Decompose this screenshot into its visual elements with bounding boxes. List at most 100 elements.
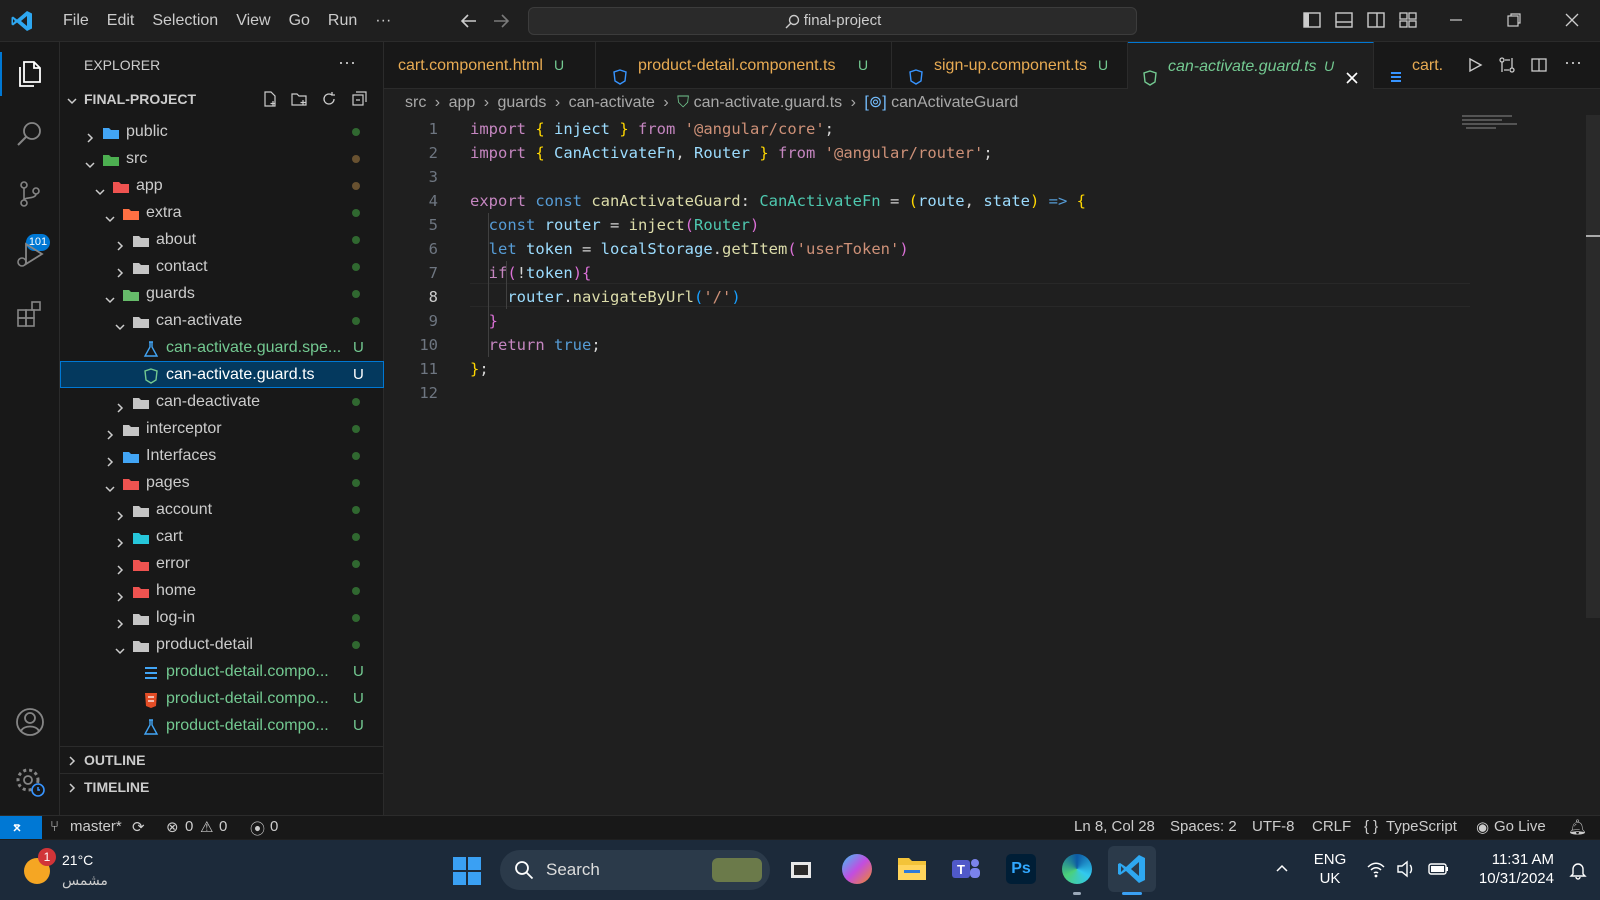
breadcrumb-item[interactable]: app [449,94,476,111]
tree-folder-item[interactable]: contact [60,253,384,280]
toggle-primary-sidebar-icon[interactable] [1302,10,1324,32]
edge-icon[interactable] [1062,854,1092,884]
run-debug-icon[interactable] [14,238,46,270]
source-control-icon[interactable] [14,178,46,210]
weather-widget[interactable]: 1 21°C مشمس [24,848,124,892]
refresh-icon[interactable] [320,90,338,113]
breadcrumb-item[interactable]: can-activate.guard.ts [694,94,843,111]
language-indicator[interactable]: ENG UK [1308,850,1352,888]
close-tab-icon[interactable] [1344,58,1360,105]
tree-folder-item[interactable]: pages [60,469,384,496]
tree-file-item[interactable]: product-detail.compo... U [60,712,384,739]
volume-icon[interactable] [1396,860,1416,883]
code-editor[interactable]: 1 import { inject } from '@angular/core';… [384,115,1600,815]
tree-folder-item[interactable]: cart [60,523,384,550]
compare-changes-icon[interactable] [1498,56,1516,79]
extensions-icon[interactable] [14,298,46,330]
language-mode[interactable]: TypeScript [1386,818,1457,835]
breadcrumb-item[interactable]: can-activate [569,94,655,111]
root-folder-header[interactable]: FINAL-PROJECT [60,88,384,112]
manage-gear-icon[interactable] [14,766,46,798]
wifi-icon[interactable] [1366,860,1386,883]
menu-selection[interactable]: Selection [143,6,227,36]
toggle-panel-icon[interactable] [1334,10,1356,32]
tree-file-item[interactable]: can-activate.guard.spe... U [60,334,384,361]
new-folder-icon[interactable] [290,90,308,113]
task-view-icon[interactable] [788,858,814,882]
minimize-icon[interactable] [1446,10,1468,32]
split-editor-icon[interactable] [1530,56,1548,79]
close-window-icon[interactable] [1562,10,1584,32]
tree-folder-item[interactable]: app [60,172,384,199]
ports-count[interactable]: 0 [270,818,278,835]
sync-icon[interactable]: ⟳ [132,818,145,836]
bell-icon[interactable]: 🔔︎ [1568,818,1587,836]
timeline-section[interactable]: TIMELINE [60,773,384,799]
forward-arrow-icon[interactable] [490,10,512,32]
outline-section[interactable]: OUTLINE [60,746,384,772]
editor-more-icon[interactable]: ··· [1564,52,1582,73]
breadcrumb-item[interactable]: guards [498,94,547,111]
run-file-icon[interactable] [1466,56,1484,79]
taskbar-search[interactable]: Search [500,850,770,890]
explorer-icon[interactable] [14,58,46,90]
file-explorer-icon[interactable] [896,854,928,882]
cursor-position[interactable]: Ln 8, Col 28 [1074,818,1155,835]
tree-file-item[interactable]: can-activate.guard.ts U [60,361,384,388]
tree-folder-item[interactable]: interceptor [60,415,384,442]
tree-folder-item[interactable]: home [60,577,384,604]
tree-folder-item[interactable]: about [60,226,384,253]
breadcrumb-item[interactable]: src [405,94,426,111]
back-arrow-icon[interactable] [458,10,480,32]
tree-folder-item[interactable]: can-deactivate [60,388,384,415]
show-hidden-icons[interactable] [1274,860,1290,881]
tab-product-detail-component-ts[interactable]: product-detail.component.ts U [596,42,892,89]
indentation[interactable]: Spaces: 2 [1170,818,1237,835]
accounts-icon[interactable] [14,706,46,738]
branch-name[interactable]: master* [70,818,122,835]
menu-edit[interactable]: Edit [98,6,144,36]
restore-icon[interactable] [1504,10,1526,32]
tree-folder-item[interactable]: Interfaces [60,442,384,469]
tree-folder-item[interactable]: account [60,496,384,523]
scrollbar-track[interactable] [1586,115,1600,618]
tab-sign-up-component-ts[interactable]: sign-up.component.ts U [892,42,1128,89]
collapse-all-icon[interactable] [350,90,368,113]
tree-folder-item[interactable]: log-in [60,604,384,631]
command-center-search[interactable]: final-project [528,7,1137,35]
windows-start-icon[interactable] [452,856,482,886]
tree-folder-item[interactable]: guards [60,280,384,307]
vscode-taskbar-icon[interactable] [1108,846,1156,892]
minimap[interactable] [1462,115,1522,129]
remote-indicator[interactable] [0,816,42,839]
error-count[interactable]: 0 [185,818,193,835]
tree-folder-item[interactable]: src [60,145,384,172]
notifications-icon[interactable] [1568,860,1588,885]
menu-more[interactable]: ··· [366,6,400,36]
tree-folder-item[interactable]: extra [60,199,384,226]
encoding[interactable]: UTF-8 [1252,818,1295,835]
tree-folder-item[interactable]: public [60,118,384,145]
tab-cart-ts[interactable]: cart. [1374,42,1456,89]
tree-folder-item[interactable]: product-detail [60,631,384,658]
photoshop-icon[interactable]: Ps [1006,854,1036,884]
customize-layout-icon[interactable] [1398,10,1420,32]
line-endings[interactable]: CRLF [1312,818,1351,835]
menu-file[interactable]: File [54,6,98,36]
tab-cart-component-html[interactable]: cart.component.html U [384,42,596,89]
menu-run[interactable]: Run [319,6,366,36]
battery-icon[interactable] [1428,860,1450,883]
tree-folder-item[interactable]: can-activate [60,307,384,334]
tree-folder-item[interactable]: error [60,550,384,577]
warning-count[interactable]: 0 [219,818,227,835]
toggle-secondary-sidebar-icon[interactable] [1366,10,1388,32]
clock[interactable]: 11:31 AM 10/31/2024 [1462,850,1554,888]
menu-go[interactable]: Go [280,6,319,36]
copilot-icon[interactable] [842,854,872,884]
teams-icon[interactable]: T [950,854,982,884]
explorer-more-icon[interactable]: ··· [338,52,356,73]
tree-file-item[interactable]: product-detail.compo... U [60,685,384,712]
go-live-button[interactable]: Go Live [1494,818,1546,835]
new-file-icon[interactable] [261,90,279,113]
search-view-icon[interactable] [14,118,46,150]
